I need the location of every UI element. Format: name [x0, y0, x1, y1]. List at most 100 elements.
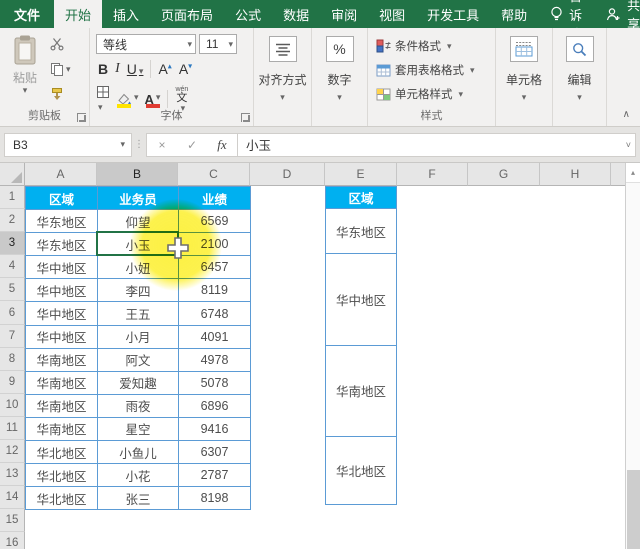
- cell-F15[interactable]: [397, 509, 468, 532]
- cell-D9[interactable]: [250, 371, 325, 394]
- cut-button[interactable]: [50, 36, 71, 52]
- format-as-table-button[interactable]: 套用表格格式: [376, 62, 475, 78]
- region-cell-华东地区[interactable]: 华东地区: [325, 208, 397, 254]
- cell-E15[interactable]: [325, 509, 397, 532]
- cell-G3[interactable]: [468, 232, 540, 255]
- alignment-group[interactable]: 对齐方式 ▾: [254, 28, 312, 126]
- tab-视图[interactable]: 视图: [368, 0, 416, 28]
- editing-dropdown-icon[interactable]: ▾: [577, 93, 582, 102]
- cells-dropdown-icon[interactable]: ▾: [522, 93, 527, 102]
- region-cell-华北地区[interactable]: 华北地区: [325, 436, 397, 505]
- cell-H14[interactable]: [540, 486, 611, 509]
- cell-H5[interactable]: [540, 278, 611, 301]
- table-cell-C9[interactable]: 5078: [179, 372, 251, 395]
- table-cell-B2[interactable]: 仰望: [98, 210, 179, 233]
- alignment-dropdown-icon[interactable]: ▾: [280, 93, 285, 102]
- cell-H11[interactable]: [540, 417, 611, 440]
- cell-G1[interactable]: [468, 186, 540, 209]
- cell-H6[interactable]: [540, 301, 611, 324]
- table-cell-A12[interactable]: 华北地区: [26, 441, 98, 464]
- cell-H13[interactable]: [540, 463, 611, 486]
- cell-C15[interactable]: [178, 509, 250, 532]
- table-cell-B8[interactable]: 阿文: [98, 349, 179, 372]
- table-cell-A9[interactable]: 华南地区: [26, 372, 98, 395]
- cell-F8[interactable]: [397, 348, 468, 371]
- table-cell-A6[interactable]: 华中地区: [26, 302, 98, 325]
- tab-文件[interactable]: 文件: [0, 0, 54, 28]
- cell-F1[interactable]: [397, 186, 468, 209]
- cell-H16[interactable]: [540, 532, 611, 549]
- cell-styles-button[interactable]: 单元格样式: [376, 86, 463, 102]
- cells-group[interactable]: 单元格 ▾: [496, 28, 553, 126]
- cell-H8[interactable]: [540, 348, 611, 371]
- cell-H2[interactable]: [540, 209, 611, 232]
- cell-A15[interactable]: [25, 509, 97, 532]
- cell-G12[interactable]: [468, 440, 540, 463]
- font-name-dropdown-icon[interactable]: ▾: [187, 40, 192, 49]
- conditional-formatting-button[interactable]: 条件格式: [376, 38, 452, 54]
- tab-审阅[interactable]: 审阅: [320, 0, 368, 28]
- cell-G5[interactable]: [468, 278, 540, 301]
- cell-D5[interactable]: [250, 278, 325, 301]
- table-cell-B9[interactable]: 爱知趣: [98, 372, 179, 395]
- column-header-A[interactable]: A: [25, 163, 97, 186]
- table-cell-C10[interactable]: 6896: [179, 395, 251, 418]
- table-cell-B4[interactable]: 小妞: [98, 256, 179, 279]
- font-size-combo[interactable]: 11 ▾: [199, 34, 237, 54]
- paste-dropdown-icon[interactable]: ▾: [23, 86, 28, 95]
- row-header-16[interactable]: 16: [0, 532, 25, 549]
- font-size-dropdown-icon[interactable]: ▾: [228, 40, 233, 49]
- cell-F6[interactable]: [397, 301, 468, 324]
- cell-H1[interactable]: [540, 186, 611, 209]
- cell-D8[interactable]: [250, 348, 325, 371]
- cell-D11[interactable]: [250, 417, 325, 440]
- cell-G11[interactable]: [468, 417, 540, 440]
- table-cell-C3[interactable]: 2100: [179, 233, 251, 256]
- scroll-up-icon[interactable]: ▴: [626, 163, 640, 183]
- table-cell-C6[interactable]: 6748: [179, 302, 251, 325]
- expand-formula-bar-icon[interactable]: ˅: [626, 140, 631, 150]
- table-cell-A11[interactable]: 华南地区: [26, 418, 98, 441]
- tab-开始[interactable]: 开始: [54, 0, 102, 28]
- row-header-6[interactable]: 6: [0, 301, 25, 324]
- column-header-C[interactable]: C: [178, 163, 250, 186]
- cell-H10[interactable]: [540, 394, 611, 417]
- table-cell-C7[interactable]: 4091: [179, 326, 251, 349]
- table-cell-A14[interactable]: 华北地区: [26, 487, 98, 510]
- cell-G10[interactable]: [468, 394, 540, 417]
- table-cell-A8[interactable]: 华南地区: [26, 349, 98, 372]
- cell-F14[interactable]: [397, 486, 468, 509]
- fill-handle[interactable]: [175, 252, 181, 258]
- table-cell-B10[interactable]: 雨夜: [98, 395, 179, 418]
- editing-group[interactable]: 编辑 ▾: [553, 28, 607, 126]
- row-header-15[interactable]: 15: [0, 509, 25, 532]
- table-cell-A13[interactable]: 华北地区: [26, 464, 98, 487]
- table-header-区域[interactable]: 区域: [26, 187, 98, 210]
- table-header-业绩[interactable]: 业绩: [179, 187, 251, 210]
- cell-D16[interactable]: [250, 532, 325, 549]
- table-cell-B6[interactable]: 王五: [98, 302, 179, 325]
- row-header-5[interactable]: 5: [0, 278, 25, 301]
- cell-F2[interactable]: [397, 209, 468, 232]
- cell-H9[interactable]: [540, 371, 611, 394]
- region-cell-华中地区[interactable]: 华中地区: [325, 253, 397, 345]
- row-header-4[interactable]: 4: [0, 255, 25, 278]
- name-box[interactable]: B3 ▾: [4, 133, 132, 157]
- cell-F11[interactable]: [397, 417, 468, 440]
- underline-button[interactable]: U: [127, 61, 144, 77]
- table-cell-B13[interactable]: 小花: [98, 464, 179, 487]
- row-header-1[interactable]: 1: [0, 186, 25, 209]
- cell-D4[interactable]: [250, 255, 325, 278]
- table-cell-B11[interactable]: 星空: [98, 418, 179, 441]
- table-cell-B5[interactable]: 李四: [98, 279, 179, 302]
- cell-C16[interactable]: [178, 532, 250, 549]
- table-cell-C5[interactable]: 8119: [179, 279, 251, 302]
- insert-function-fx-icon[interactable]: fx: [207, 137, 237, 153]
- row-header-14[interactable]: 14: [0, 486, 25, 509]
- table-cell-C11[interactable]: 9416: [179, 418, 251, 441]
- column-header-G[interactable]: G: [468, 163, 540, 186]
- cell-F3[interactable]: [397, 232, 468, 255]
- tab-公式[interactable]: 公式: [224, 0, 272, 28]
- row-header-11[interactable]: 11: [0, 417, 25, 440]
- vertical-scrollbar[interactable]: ▴: [625, 163, 640, 549]
